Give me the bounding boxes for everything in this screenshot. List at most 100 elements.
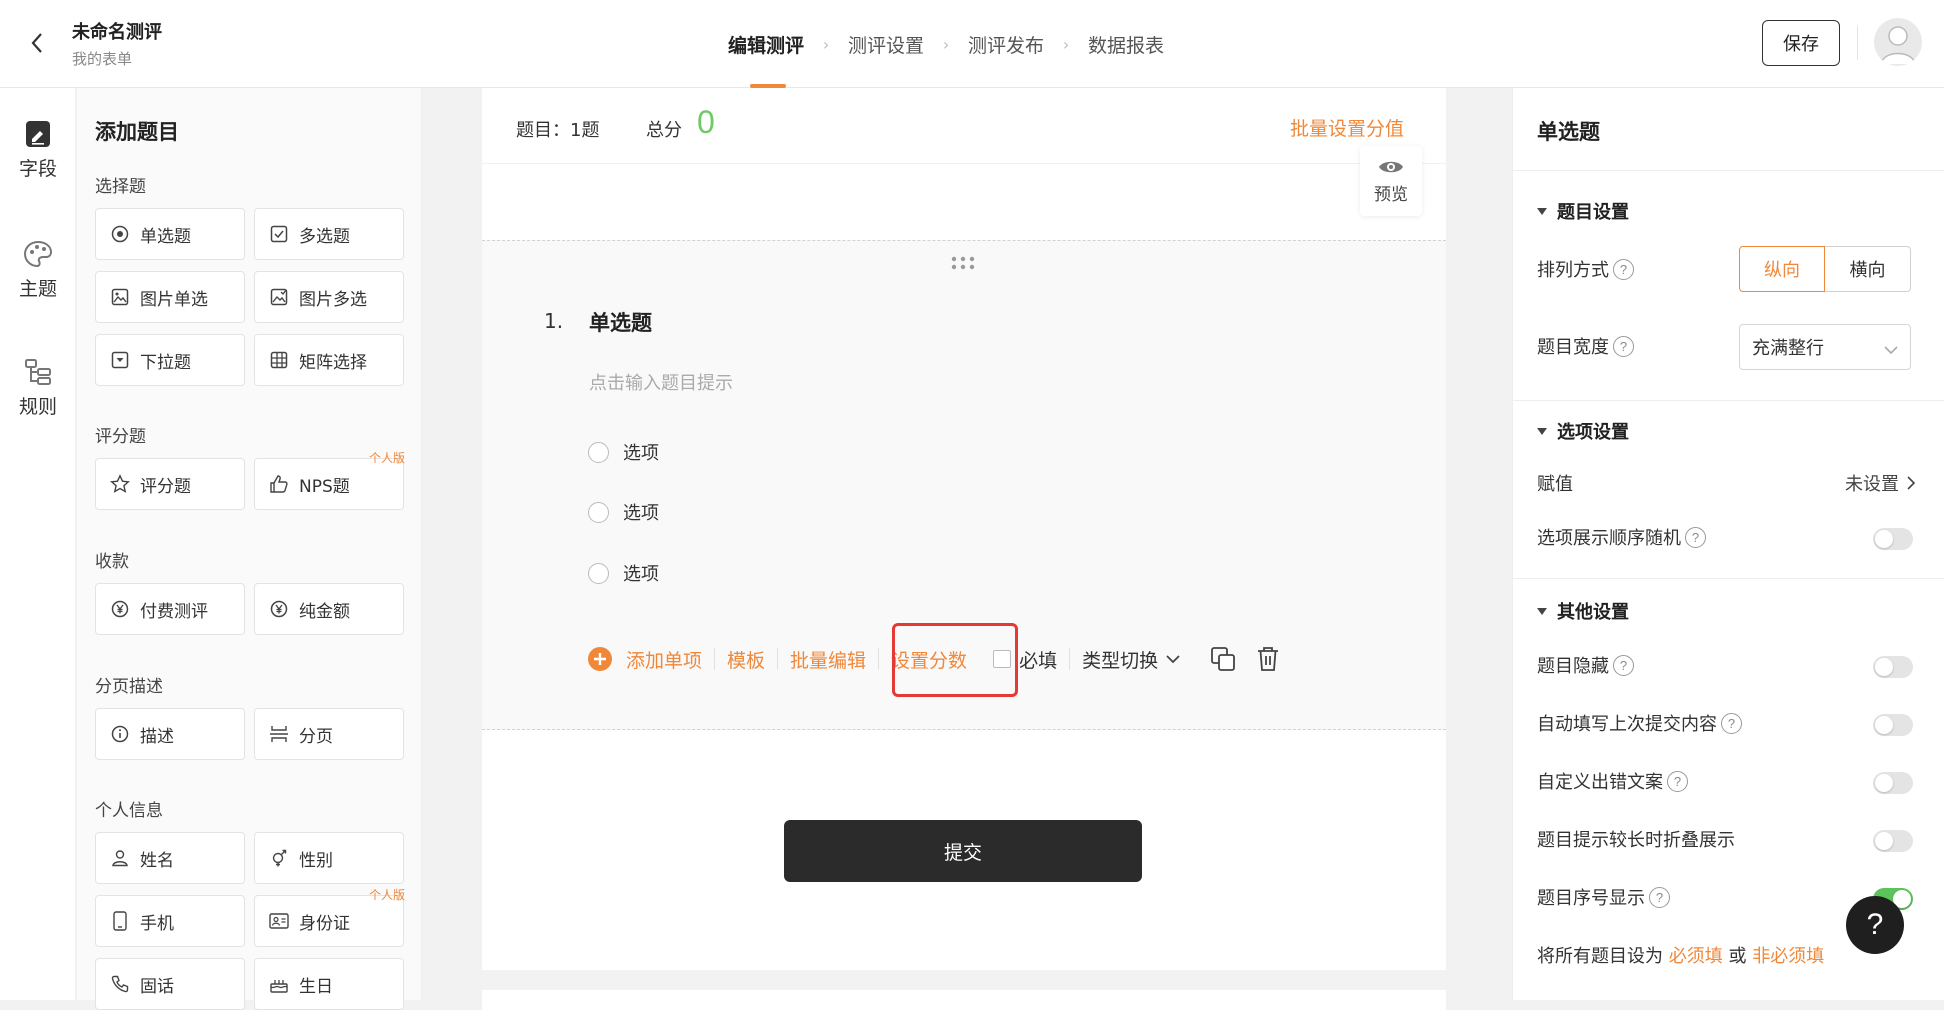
option-label[interactable]: 选项 [623, 499, 659, 525]
tile-name[interactable]: 姓名 [95, 832, 245, 884]
tile-rating[interactable]: 评分题 [95, 458, 245, 510]
tile-matrix[interactable]: 矩阵选择 [254, 334, 404, 386]
help-circle-icon[interactable]: ? [1721, 712, 1742, 734]
width-select-value: 充满整行 [1752, 338, 1824, 359]
section-question-settings[interactable]: 题目设置 [1537, 198, 1629, 224]
tile-amount[interactable]: 纯金额 [254, 583, 404, 635]
save-button[interactable]: 保存 [1762, 20, 1840, 66]
layout-vertical-button[interactable]: 纵向 [1739, 246, 1825, 292]
custom-error-toggle[interactable] [1873, 772, 1913, 794]
random-order-toggle[interactable] [1873, 528, 1913, 550]
divider [1857, 26, 1858, 60]
option-item[interactable]: 选项 [588, 560, 659, 586]
chevron-down-icon [1884, 339, 1898, 360]
fold-hint-toggle[interactable] [1873, 830, 1913, 852]
fold-hint-label: 题目提示较长时折叠展示 [1537, 826, 1735, 852]
batch-set-score-link[interactable]: 批量设置分值 [1290, 114, 1404, 141]
tile-pagebreak[interactable]: 分页 [254, 708, 404, 760]
nav-item-fields[interactable]: 字段 [0, 120, 76, 181]
add-circle-icon[interactable] [588, 647, 612, 671]
help-circle-icon[interactable]: ? [1649, 886, 1670, 908]
template-button[interactable]: 模板 [727, 646, 765, 673]
autofill-toggle[interactable] [1873, 714, 1913, 736]
dropdown-icon [110, 350, 130, 370]
question-block[interactable]: 1. 单选题 点击输入题目提示 选项 选项 选项 添加单项 模板 批量编辑 设置… [482, 240, 1446, 730]
set-all-optional-link[interactable]: 非必须填 [1752, 946, 1824, 967]
form-title[interactable]: 未命名测评 [72, 18, 162, 44]
trash-icon[interactable] [1256, 646, 1280, 672]
back-button[interactable] [22, 28, 52, 58]
tile-nps[interactable]: NPS题 个人版 [254, 451, 405, 510]
question-hint[interactable]: 点击输入题目提示 [589, 369, 733, 395]
tile-image-single[interactable]: 图片单选 [95, 271, 245, 323]
tile-birthday[interactable]: 生日 [254, 958, 404, 1010]
help-button[interactable]: ? [1846, 896, 1904, 954]
random-order-text: 选项展示顺序随机 [1537, 528, 1681, 549]
tile-label: 手机 [140, 913, 174, 934]
tile-single-choice[interactable]: 单选题 [95, 208, 245, 260]
required-label[interactable]: 必填 [1019, 646, 1057, 673]
width-select[interactable]: 充满整行 [1739, 324, 1911, 370]
nav-item-rules[interactable]: 规则 [0, 358, 76, 419]
preview-button[interactable]: 预览 [1360, 146, 1422, 216]
help-circle-icon[interactable]: ? [1613, 258, 1634, 280]
batch-edit-button[interactable]: 批量编辑 [790, 646, 866, 673]
chevron-right-icon: › [1062, 34, 1070, 54]
divider [1513, 170, 1944, 171]
tile-label: 性别 [299, 850, 333, 871]
section-option-settings[interactable]: 选项设置 [1537, 418, 1629, 444]
radio-icon[interactable] [588, 562, 609, 584]
nav-item-label: 主题 [18, 278, 57, 300]
step-publish[interactable]: 测评发布 [968, 0, 1044, 88]
edit-doc-icon [26, 121, 50, 147]
set-all-required-link[interactable]: 必须填 [1669, 946, 1723, 967]
submit-button[interactable]: 提交 [784, 820, 1142, 882]
autofill-label: 自动填写上次提交内容 ? [1537, 710, 1742, 736]
chevron-down-icon[interactable] [1166, 654, 1180, 664]
option-label[interactable]: 选项 [623, 560, 659, 586]
option-label[interactable]: 选项 [623, 439, 659, 465]
image-multi-icon [269, 287, 289, 307]
step-report[interactable]: 数据报表 [1088, 0, 1164, 88]
layout-label-text: 排列方式 [1537, 260, 1609, 281]
chevron-right-icon [1907, 476, 1916, 490]
radio-icon[interactable] [588, 441, 609, 463]
set-score-highlight [892, 623, 1018, 697]
tile-image-multi[interactable]: 图片多选 [254, 271, 404, 323]
help-circle-icon[interactable]: ? [1685, 526, 1706, 548]
help-circle-icon[interactable]: ? [1613, 335, 1634, 357]
tile-paid-assessment[interactable]: 付费测评 [95, 583, 245, 635]
copy-icon[interactable] [1210, 646, 1236, 672]
avatar[interactable] [1874, 18, 1922, 66]
tile-gender[interactable]: 性别 [254, 832, 404, 884]
tile-label: 生日 [299, 976, 333, 997]
tile-telephone[interactable]: 固话 [95, 958, 245, 1010]
section-other-settings[interactable]: 其他设置 [1537, 598, 1629, 624]
question-title[interactable]: 单选题 [589, 307, 652, 337]
tile-id-card[interactable]: 身份证 个人版 [254, 888, 405, 947]
nav-item-theme[interactable]: 主题 [0, 240, 76, 301]
tile-multi-choice[interactable]: 多选题 [254, 208, 404, 260]
help-circle-icon[interactable]: ? [1667, 770, 1688, 792]
add-option-button[interactable]: 添加单项 [626, 646, 702, 673]
caret-down-icon [1537, 607, 1547, 615]
section-title: 题目设置 [1557, 202, 1629, 223]
tile-dropdown[interactable]: 下拉题 [95, 334, 245, 386]
caret-down-icon [1537, 427, 1547, 435]
step-edit[interactable]: 编辑测评 [728, 0, 804, 88]
option-item[interactable]: 选项 [588, 499, 659, 525]
step-settings[interactable]: 测评设置 [848, 0, 924, 88]
assign-value-link[interactable]: 未设置 [1845, 470, 1916, 496]
help-circle-icon[interactable]: ? [1613, 654, 1634, 676]
switch-type-dropdown[interactable]: 类型切换 [1082, 646, 1158, 673]
radio-icon[interactable] [588, 501, 609, 523]
option-item[interactable]: 选项 [588, 439, 659, 465]
tile-description[interactable]: 描述 [95, 708, 245, 760]
layout-horizontal-button[interactable]: 横向 [1825, 246, 1911, 292]
tile-label: 评分题 [140, 476, 191, 497]
width-label: 题目宽度 ? [1537, 333, 1634, 359]
drag-handle-icon[interactable] [950, 255, 976, 275]
library-title: 添加题目 [95, 120, 179, 144]
hide-question-toggle[interactable] [1873, 656, 1913, 678]
tile-phone[interactable]: 手机 [95, 895, 245, 947]
